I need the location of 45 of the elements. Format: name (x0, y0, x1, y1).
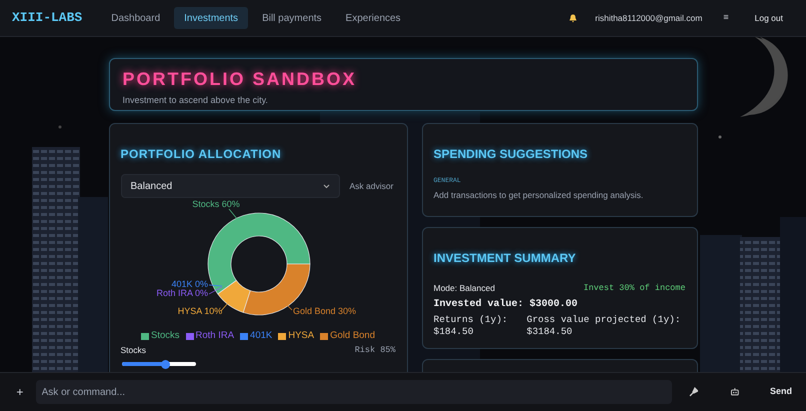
invested-value: Invested value: $3000.00 (434, 298, 579, 312)
risk-label: Risk 85% (354, 344, 396, 357)
gross-label: Gross value projected (1y): (526, 314, 681, 326)
nav-tab[interactable]: Bill payments (252, 7, 332, 29)
data-label: Gold Bond 30% (292, 306, 356, 316)
data-label: Stocks 60% (192, 199, 240, 209)
suggestion-text: Add transactions to get personalized spending analysis. (434, 188, 644, 202)
nav-tab[interactable]: Dashboard (101, 7, 170, 29)
command-input[interactable]: Ask or command... (36, 380, 672, 404)
data-label: 401K 0% (170, 279, 208, 289)
legend-label: Stocks (150, 330, 180, 342)
legend-label: Gold Bond (330, 330, 376, 342)
robot-icon[interactable] (730, 387, 740, 397)
legend-label: HYSA (288, 330, 314, 342)
slider-thumb[interactable] (161, 360, 170, 369)
bell-icon[interactable] (569, 14, 578, 22)
leader-line (220, 302, 228, 312)
card-title: INVESTMENT SUMMARY (434, 251, 577, 265)
chevron-icon (322, 184, 330, 188)
advice-text: Invest 30% of income (583, 282, 686, 295)
slider-label: Stocks (120, 344, 146, 357)
user-email: rishitha8112000@gmail.com (595, 12, 702, 24)
send-button[interactable]: Send (770, 385, 792, 399)
stocks-slider[interactable] (122, 360, 196, 369)
returns-label: Returns (1y): (434, 314, 508, 326)
menu-button[interactable]: ≡ (723, 11, 729, 25)
mode-select[interactable]: Balanced (120, 174, 340, 198)
page-subtitle: Investment to ascend above the city. (122, 94, 269, 107)
legend-label: Roth IRA (196, 330, 234, 342)
leader-line (228, 208, 238, 220)
add-button[interactable]: + (14, 383, 26, 401)
logo[interactable]: XIII-LABS (12, 8, 82, 28)
nav-tab[interactable]: Investments (174, 7, 248, 29)
nav-tab[interactable]: Experiences (336, 7, 411, 29)
ask-advisor-button[interactable]: Ask advisor (350, 180, 394, 192)
legend-label: 401K (250, 330, 272, 342)
returns-value: $184.50 (434, 326, 474, 338)
logout-button[interactable]: Log out (754, 12, 783, 24)
gross-value: $3184.50 (526, 326, 574, 338)
mode-text: Mode: Balanced (434, 282, 495, 295)
data-label: Roth IRA 0% (156, 288, 208, 298)
data-label: HYSA 10% (177, 306, 222, 316)
card-title: PORTFOLIO ALLOCATION (120, 147, 282, 161)
page-title: PORTFOLIO SANDBOX (122, 69, 358, 89)
card-title: SPENDING SUGGESTIONS (434, 147, 589, 161)
